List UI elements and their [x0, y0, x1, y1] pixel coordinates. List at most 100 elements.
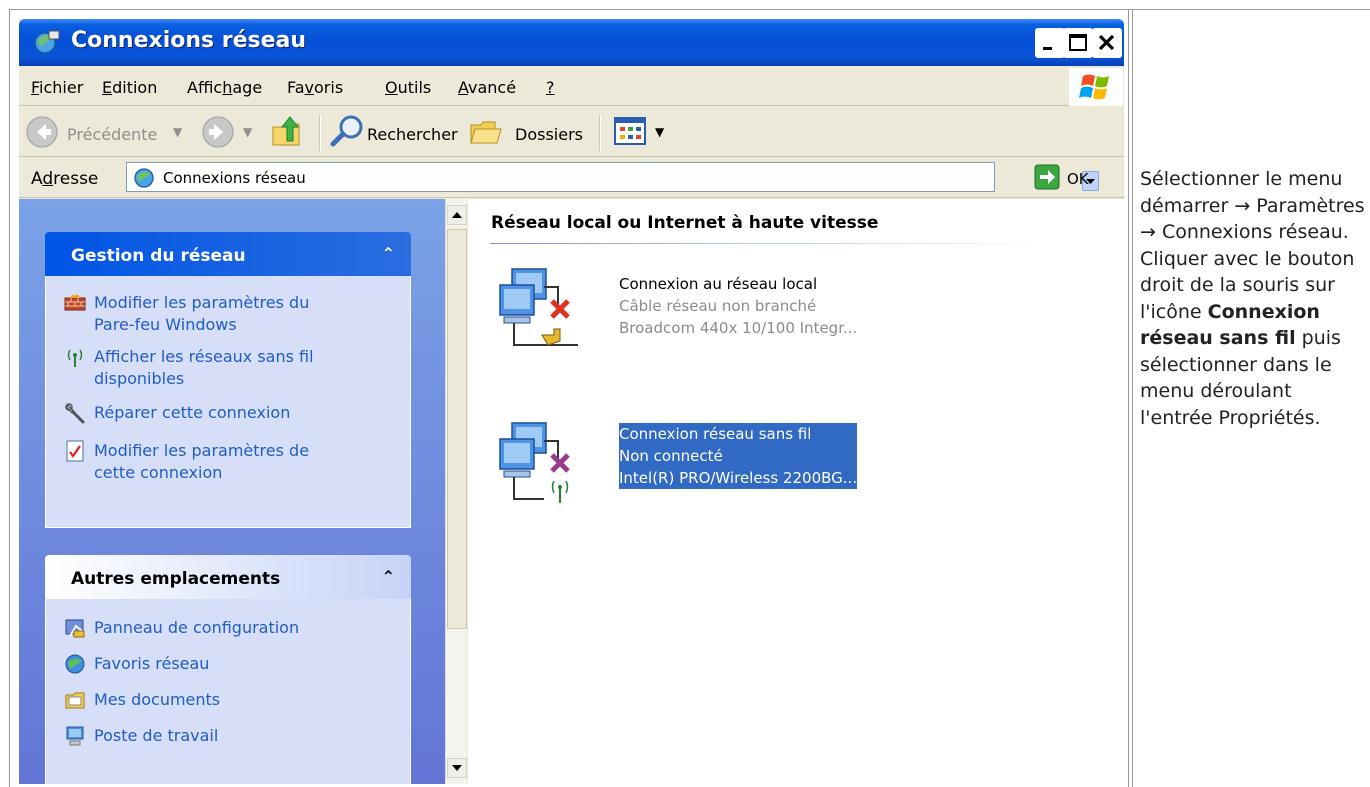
scroll-down-button[interactable]	[447, 758, 467, 778]
arrow-up-icon	[452, 212, 462, 218]
firewall-icon	[64, 294, 86, 311]
group-header-divider	[490, 243, 1050, 244]
menu-avance[interactable]: Avancé	[458, 78, 516, 97]
place-label: Favoris réseau	[94, 654, 210, 673]
windows-flag-icon	[1079, 74, 1109, 100]
place-label: Panneau de configuration	[94, 618, 300, 637]
connection-status: Non connecté	[619, 445, 858, 467]
menu-fichier[interactable]: Fichier	[31, 78, 83, 97]
connection-name: Connexion au réseau local	[619, 275, 818, 293]
wireless-connection-icon	[499, 422, 570, 503]
task-label: Modifier les paramètres du	[94, 293, 310, 312]
back-label: Précédente	[67, 125, 158, 144]
instruction-step-1: Sélectionner le menu démarrer → Paramètr…	[1140, 168, 1365, 243]
menu-favoris[interactable]: Favoris	[287, 78, 343, 97]
search-icon	[330, 115, 363, 147]
views-button[interactable]: ▼	[611, 113, 677, 151]
standard-toolbar: Précédente ▼ ▼ Rechercher Dossiers ▼	[19, 107, 1124, 157]
scroll-up-button[interactable]	[447, 205, 467, 225]
other-places-title: Autres emplacements	[71, 569, 281, 589]
address-input[interactable]: Connexions réseau	[126, 162, 1099, 192]
arrow-down-icon	[452, 765, 462, 771]
network-places-icon	[65, 654, 85, 674]
toolbar-separator	[319, 115, 321, 151]
menu-affichage[interactable]: Affichage	[187, 78, 262, 97]
folders-label: Dossiers	[515, 125, 583, 144]
minimize-button[interactable]	[1035, 28, 1065, 58]
network-connections-icon	[34, 30, 60, 54]
connection-device: Broadcom 440x 10/100 Integr...	[619, 319, 858, 337]
other-places-panel: Autres emplacements ⌃ Panneau de configu…	[45, 555, 411, 784]
windows-logo	[1069, 68, 1123, 106]
other-places-body: Panneau de configuration Favoris réseau …	[45, 599, 411, 784]
menu-help[interactable]: ?	[546, 78, 555, 97]
folders-icon	[470, 121, 502, 144]
forward-button[interactable]: ▼	[201, 113, 261, 151]
group-header: Réseau local ou Internet à haute vitesse	[491, 213, 879, 233]
title-bar[interactable]: Connexions réseau	[19, 19, 1124, 66]
window-title: Connexions réseau	[71, 28, 307, 53]
connection-item-lan[interactable]: Connexion au réseau local Câble réseau n…	[494, 265, 1014, 365]
address-label: Adresse	[31, 169, 99, 189]
network-tasks-body: Modifier les paramètres du Pare-feu Wind…	[45, 276, 411, 528]
scroll-thumb[interactable]	[447, 229, 467, 629]
place-label: Poste de travail	[94, 726, 219, 745]
network-tasks-header[interactable]: Gestion du réseau ⌃	[45, 232, 411, 276]
go-arrow-icon	[1034, 164, 1060, 190]
address-value: Connexions réseau	[163, 169, 306, 187]
network-connections-icon	[134, 168, 154, 188]
connection-status: Câble réseau non branché	[619, 297, 817, 315]
place-label: Mes documents	[94, 690, 221, 709]
search-button[interactable]: Rechercher	[329, 113, 459, 151]
menu-outils[interactable]: Outils	[385, 78, 431, 97]
back-dropdown-icon: ▼	[173, 125, 183, 139]
up-folder-icon	[272, 116, 300, 146]
maximize-button[interactable]	[1063, 28, 1093, 58]
close-icon	[1098, 34, 1115, 51]
back-arrow-icon	[26, 116, 58, 148]
task-label: cette connexion	[94, 463, 223, 482]
views-dropdown-icon: ▼	[655, 125, 665, 139]
wireless-connection-text: Connexion réseau sans fil Non connecté I…	[619, 423, 858, 489]
back-button[interactable]: Précédente ▼	[25, 113, 195, 151]
up-folder-button[interactable]	[269, 113, 311, 151]
connections-list: Réseau local ou Internet à haute vitesse…	[468, 199, 1124, 784]
wireless-icon	[67, 349, 83, 367]
lan-connection-icon	[499, 268, 578, 346]
forward-dropdown-icon: ▼	[243, 125, 253, 139]
other-places-header[interactable]: Autres emplacements ⌃	[45, 555, 411, 599]
address-bar: Adresse Connexions réseau OK	[19, 158, 1124, 198]
instruction-text: Sélectionner le menu démarrer → Paramètr…	[1140, 166, 1368, 431]
lan-connection-text: Connexion au réseau local Câble réseau n…	[619, 273, 857, 339]
repair-icon	[65, 403, 85, 424]
go-label: OK	[1067, 170, 1089, 188]
task-label: Modifier les paramètres de	[94, 441, 310, 460]
connection-item-wireless[interactable]: Connexion réseau sans fil Non connecté I…	[494, 419, 1014, 519]
vertical-scrollbar[interactable]	[445, 199, 467, 784]
toolbar-separator	[599, 115, 601, 151]
collapse-chevron-icon[interactable]: ⌃	[382, 567, 395, 586]
my-documents-icon	[65, 692, 85, 709]
search-label: Rechercher	[367, 125, 458, 144]
collapse-chevron-icon[interactable]: ⌃	[382, 244, 395, 263]
network-tasks-panel: Gestion du réseau ⌃ Modifier les paramèt…	[45, 232, 411, 528]
close-button[interactable]	[1092, 28, 1122, 58]
task-label: Réparer cette connexion	[94, 403, 291, 422]
explorer-window: Connexions réseau Fichier Edition Affich…	[19, 19, 1124, 784]
instruction-paragraph: Sélectionner le menu démarrer → Paramètr…	[1140, 166, 1368, 431]
maximize-icon	[1069, 34, 1087, 51]
views-icon	[614, 117, 646, 145]
my-computer-icon	[66, 726, 84, 746]
task-label: Afficher les réseaux sans fil	[94, 347, 314, 366]
connection-device: Intel(R) PRO/Wireless 2200BG...	[619, 467, 858, 489]
network-tasks-title: Gestion du réseau	[71, 246, 246, 266]
minimize-icon	[1043, 47, 1052, 50]
task-pane: Gestion du réseau ⌃ Modifier les paramèt…	[19, 199, 445, 784]
go-button[interactable]: OK	[1033, 163, 1113, 193]
folders-button[interactable]: Dossiers	[469, 113, 589, 151]
menu-edition[interactable]: Edition	[102, 78, 157, 97]
task-label: disponibles	[94, 369, 185, 388]
task-label: Pare-feu Windows	[94, 315, 237, 334]
forward-arrow-icon	[202, 116, 234, 148]
control-panel-icon	[65, 619, 85, 638]
